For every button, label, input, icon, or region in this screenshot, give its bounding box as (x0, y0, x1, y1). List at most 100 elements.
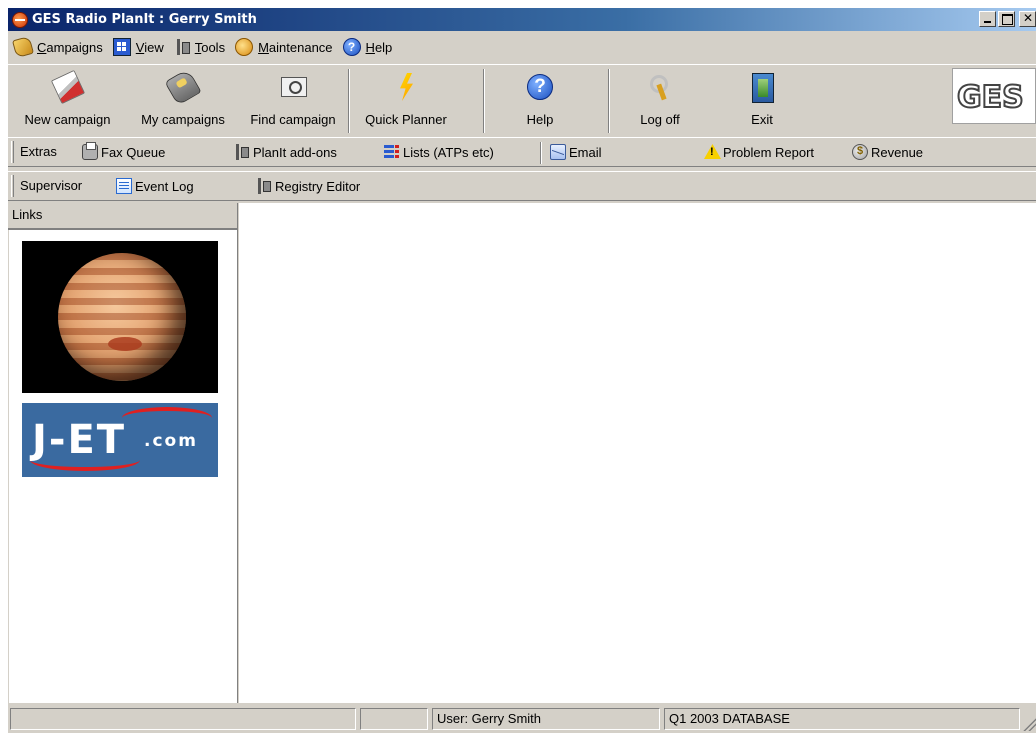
my-campaigns-icon (164, 68, 202, 106)
new-campaign-icon (50, 69, 85, 105)
menu-campaigns[interactable]: Campaigns (11, 35, 111, 59)
menu-bar: Campaigns View Tools Maintenance ? Help (8, 34, 1036, 60)
status-database: Q1 2003 DATABASE (664, 708, 1020, 730)
key-icon (644, 71, 676, 103)
links-panel: Links J-ET .com (8, 203, 238, 703)
new-campaign-label: New campaign (24, 112, 111, 127)
money-bag-icon (852, 144, 868, 160)
company-logo: GES (952, 68, 1036, 124)
my-campaigns-button[interactable]: My campaigns (127, 65, 239, 137)
find-campaign-icon (277, 71, 309, 103)
window-title: GES Radio PlanIt : Gerry Smith (32, 12, 257, 27)
help-icon: ? (527, 74, 553, 100)
help-button[interactable]: ? Help (490, 65, 590, 137)
minimize-button[interactable] (979, 11, 996, 27)
revenue-button[interactable]: Revenue (852, 144, 923, 160)
tools-icon (174, 38, 190, 56)
email-icon (550, 144, 566, 160)
toolbar-separator (540, 142, 542, 164)
menu-maintenance[interactable]: Maintenance (233, 38, 340, 56)
menu-campaigns-label: Campaigns (37, 39, 103, 55)
fax-icon (82, 142, 98, 160)
main-toolbar: New campaign My campaigns Find campaign … (8, 64, 1036, 136)
status-bar: User: Gerry Smith Q1 2003 DATABASE (8, 705, 1036, 733)
email-label: Email (569, 144, 602, 160)
event-log-icon (116, 178, 132, 194)
view-icon (112, 38, 131, 56)
lists-label: Lists (ATPs etc) (403, 144, 494, 160)
supervisor-toolbar: Supervisor Event Log Registry Editor (8, 171, 1036, 201)
menu-tools[interactable]: Tools (172, 38, 233, 56)
quick-planner-label: Quick Planner (365, 112, 447, 127)
window-controls (979, 11, 1036, 27)
maintenance-icon (235, 38, 254, 56)
tools-icon (234, 144, 250, 160)
jupiter-link-image[interactable] (22, 241, 218, 393)
menu-help[interactable]: ? Help (341, 38, 401, 56)
toolbar-separator (483, 69, 485, 133)
revenue-label: Revenue (871, 144, 924, 160)
find-campaign-label: Find campaign (250, 112, 336, 127)
exit-label: Exit (751, 112, 773, 127)
jet-logo-text: J-ET (32, 417, 127, 463)
my-campaigns-label: My campaigns (141, 112, 225, 127)
lightning-icon (390, 71, 422, 103)
main-content-area[interactable] (239, 203, 1036, 703)
menu-tools-label: Tools (194, 39, 226, 55)
ges-logo-text: GES (957, 80, 1024, 115)
list-icon (384, 144, 400, 160)
help-label: Help (526, 112, 554, 127)
supervisor-title: Supervisor (20, 178, 82, 193)
status-pane-1 (10, 708, 356, 730)
email-button[interactable]: Email (550, 144, 602, 160)
app-icon (12, 12, 28, 28)
maximize-button[interactable] (998, 11, 1015, 27)
log-off-button[interactable]: Log off (620, 65, 700, 137)
toolbar-grip[interactable] (11, 141, 14, 163)
toolbar-grip[interactable] (11, 175, 14, 197)
planet-spot-graphic (108, 337, 142, 351)
fax-queue-label: Fax Queue (101, 144, 166, 160)
close-button[interactable] (1019, 11, 1036, 27)
app-window: GES Radio PlanIt : Gerry Smith Campaigns… (8, 8, 1036, 733)
warning-icon (704, 144, 720, 160)
quick-planner-button[interactable]: Quick Planner (354, 65, 458, 137)
toolbar-separator (608, 69, 610, 133)
extras-title: Extras (20, 144, 57, 159)
menu-maintenance-label: Maintenance (258, 39, 333, 55)
door-icon (746, 71, 778, 103)
jet-logo-suffix: .com (144, 431, 198, 451)
status-user: User: Gerry Smith (432, 708, 660, 730)
links-panel-header: Links (8, 203, 237, 230)
log-off-label: Log off (640, 112, 680, 127)
swoosh-graphic (122, 407, 212, 429)
campaigns-icon (11, 35, 35, 59)
new-campaign-button[interactable]: New campaign (10, 65, 125, 137)
problem-report-button[interactable]: Problem Report (704, 144, 814, 160)
status-pane-2 (360, 708, 428, 730)
tools-icon (256, 178, 272, 194)
find-campaign-button[interactable]: Find campaign (240, 65, 346, 137)
extras-title-label: Extras (20, 144, 57, 159)
extras-toolbar: Extras Fax Queue PlanIt add-ons Lists (A… (8, 137, 1036, 167)
title-bar[interactable]: GES Radio PlanIt : Gerry Smith (8, 8, 1036, 31)
problem-report-label: Problem Report (723, 144, 815, 160)
exit-button[interactable]: Exit (732, 65, 792, 137)
fax-queue-button[interactable]: Fax Queue (82, 142, 166, 160)
menu-view[interactable]: View (111, 38, 172, 56)
ges-logo: GES (956, 79, 1025, 116)
help-icon: ? (342, 38, 361, 56)
jet-link-banner[interactable]: J-ET .com (22, 403, 218, 477)
resize-grip[interactable] (1022, 717, 1036, 731)
menu-view-label: View (135, 39, 164, 55)
lists-button[interactable]: Lists (ATPs etc) (384, 144, 494, 160)
registry-editor-button[interactable]: Registry Editor (256, 178, 360, 194)
menu-help-label: Help (365, 39, 393, 55)
supervisor-title-label: Supervisor (20, 178, 83, 193)
toolbar-separator (348, 69, 350, 133)
planit-addons-button[interactable]: PlanIt add-ons (234, 144, 337, 160)
links-panel-title: Links (12, 207, 43, 222)
event-log-button[interactable]: Event Log (116, 178, 194, 194)
planit-addons-label: PlanIt add-ons (253, 144, 337, 160)
planet-graphic (58, 253, 186, 381)
